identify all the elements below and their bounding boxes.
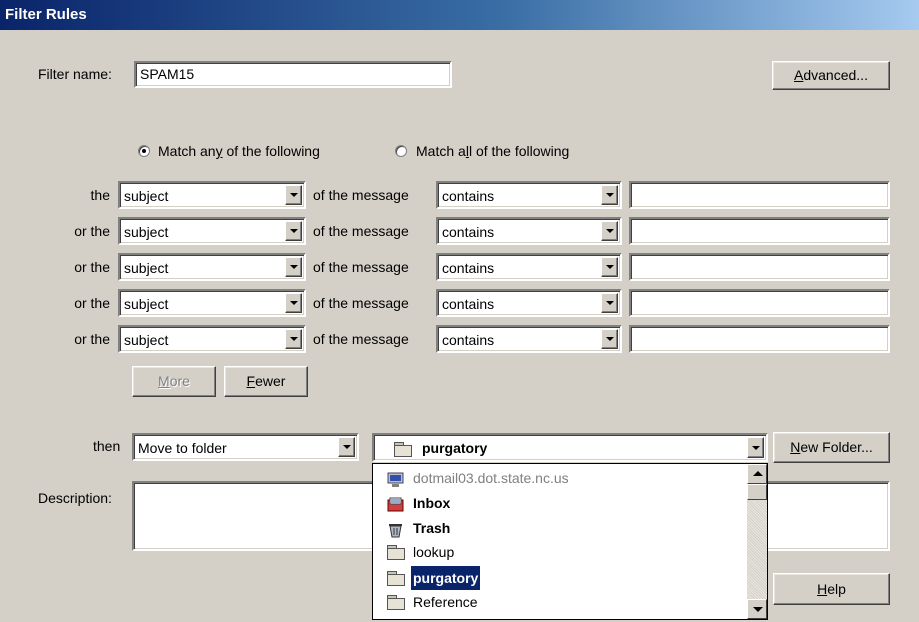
of-the-message-label: of the message (313, 187, 409, 203)
match-any-radio[interactable] (138, 145, 150, 157)
match-any-label[interactable]: Match any of the following (158, 141, 320, 161)
window-title: Filter Rules (0, 0, 919, 30)
match-all-radio[interactable] (395, 145, 407, 157)
advanced-button-label: Advanced... (794, 67, 868, 83)
list-item-label: Reference (413, 594, 478, 610)
folder-icon (387, 595, 405, 610)
chevron-down-icon[interactable] (285, 293, 302, 313)
rule-operator-value: contains (442, 188, 495, 204)
rule-prefix-label: or the (74, 259, 110, 275)
rule-prefix-label: or the (74, 295, 110, 311)
advanced-button[interactable]: Advanced... (772, 61, 890, 90)
chevron-down-icon[interactable] (601, 257, 618, 277)
folder-icon (387, 571, 405, 586)
chevron-down-icon[interactable] (285, 257, 302, 277)
server-icon (387, 471, 405, 495)
of-the-message-label: of the message (313, 259, 409, 275)
new-folder-button-label: New Folder... (790, 439, 873, 455)
chevron-down-icon[interactable] (747, 437, 764, 458)
filter-name-value: SPAM15 (140, 66, 195, 82)
scroll-down-icon[interactable] (747, 599, 767, 619)
rule-operator-value: contains (442, 296, 495, 312)
scroll-up-icon[interactable] (747, 464, 767, 484)
help-button-label: Help (817, 581, 846, 597)
rule-prefix-label: or the (74, 331, 110, 347)
chevron-down-icon[interactable] (601, 293, 618, 313)
rule-operator-value: contains (442, 224, 495, 240)
chevron-down-icon[interactable] (601, 329, 618, 349)
new-folder-button[interactable]: New Folder... (773, 432, 890, 463)
list-item-label: Inbox (413, 495, 451, 511)
folder-dropdown-list[interactable]: dotmail03.dot.state.nc.us Inbox Trash lo… (372, 463, 768, 620)
action-select[interactable]: Move to folder (132, 433, 359, 461)
rule-field-value: subject (124, 188, 169, 204)
chevron-down-icon[interactable] (285, 185, 302, 205)
rule-value-input[interactable] (629, 181, 890, 209)
rule-operator-select[interactable]: contains (436, 325, 622, 353)
description-label: Description: (38, 490, 112, 506)
then-label: then (93, 438, 121, 454)
chevron-down-icon[interactable] (285, 221, 302, 241)
dropdown-scrollbar[interactable] (747, 464, 767, 619)
rule-operator-value: contains (442, 332, 495, 348)
rule-field-select[interactable]: subject (118, 181, 306, 209)
fewer-button[interactable]: Fewer (224, 366, 308, 397)
rule-operator-select[interactable]: contains (436, 253, 622, 281)
folder-select[interactable]: purgatory (372, 433, 768, 462)
rule-field-select[interactable]: subject (118, 253, 306, 281)
folder-icon (387, 545, 405, 560)
help-button[interactable]: Help (773, 573, 890, 605)
chevron-down-icon[interactable] (601, 221, 618, 241)
rule-value-input[interactable] (629, 325, 890, 353)
of-the-message-label: of the message (313, 331, 409, 347)
rule-operator-select[interactable]: contains (436, 289, 622, 317)
trash-icon (387, 521, 405, 545)
rule-field-value: subject (124, 296, 169, 312)
rule-value-input[interactable] (629, 217, 890, 245)
folder-select-value: purgatory (422, 440, 488, 456)
chevron-down-icon[interactable] (338, 437, 355, 457)
rule-operator-value: contains (442, 260, 495, 276)
rule-value-input[interactable] (629, 253, 890, 281)
rule-prefix-label: the (90, 187, 110, 203)
action-select-value: Move to folder (138, 440, 227, 456)
rule-operator-select[interactable]: contains (436, 217, 622, 245)
rule-field-select[interactable]: subject (118, 325, 306, 353)
folder-icon (394, 442, 412, 457)
list-item-label: lookup (413, 544, 455, 560)
rule-value-input[interactable] (629, 289, 890, 317)
more-button[interactable]: More (132, 366, 216, 397)
filter-name-input[interactable]: SPAM15 (134, 61, 452, 88)
inbox-icon (387, 496, 405, 520)
rule-field-value: subject (124, 224, 169, 240)
fewer-button-label: Fewer (246, 373, 286, 389)
list-item-label: purgatory (409, 565, 482, 591)
rule-prefix-label: or the (74, 223, 110, 239)
of-the-message-label: of the message (313, 223, 409, 239)
chevron-down-icon[interactable] (601, 185, 618, 205)
list-item-label: dotmail03.dot.state.nc.us (413, 470, 569, 486)
list-item-label: Trash (413, 520, 451, 536)
filter-name-label: Filter name: (38, 66, 112, 82)
rule-field-select[interactable]: subject (118, 289, 306, 317)
match-all-label[interactable]: Match all of the following (416, 141, 569, 161)
of-the-message-label: of the message (313, 295, 409, 311)
more-button-label: More (158, 373, 190, 389)
chevron-down-icon[interactable] (285, 329, 302, 349)
rule-field-value: subject (124, 332, 169, 348)
rule-field-select[interactable]: subject (118, 217, 306, 245)
rule-field-value: subject (124, 260, 169, 276)
scrollbar-thumb[interactable] (747, 484, 767, 500)
rule-operator-select[interactable]: contains (436, 181, 622, 209)
